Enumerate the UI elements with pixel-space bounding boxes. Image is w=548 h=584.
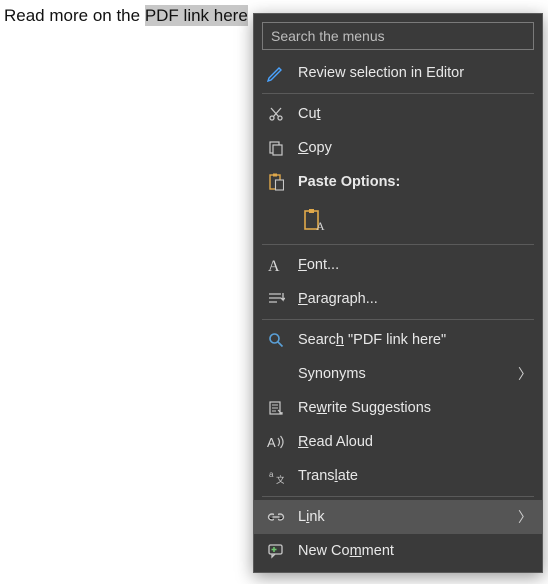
clipboard-text-icon: A <box>303 208 325 232</box>
menu-separator <box>262 496 534 497</box>
menu-item-cut[interactable]: Cut <box>254 97 542 131</box>
menu-label: New Comment <box>298 543 532 559</box>
blank-icon <box>264 363 288 385</box>
clipboard-icon <box>264 171 288 193</box>
menu-label: Rewrite Suggestions <box>298 400 532 416</box>
menu-item-translate[interactable]: a文 Translate <box>254 459 542 493</box>
menu-item-new-comment[interactable]: New Comment <box>254 534 542 568</box>
selected-text[interactable]: PDF link here <box>145 5 248 26</box>
paste-option-keep-text[interactable]: A <box>298 204 330 236</box>
menu-separator <box>262 93 534 94</box>
paste-options-row: A <box>254 199 542 241</box>
translate-icon: a文 <box>264 465 288 487</box>
menu-label: Read Aloud <box>298 434 532 450</box>
svg-text:文: 文 <box>276 474 284 484</box>
font-icon: A <box>264 254 288 276</box>
document-text: Read more on the <box>4 6 145 25</box>
svg-text:A: A <box>268 258 280 274</box>
menu-label: Paragraph... <box>298 291 532 307</box>
menu-label: Cut <box>298 106 532 122</box>
chevron-right-icon: 〉 <box>518 364 532 384</box>
menu-label: Link <box>298 509 512 525</box>
menu-label: Review selection in Editor <box>298 65 532 81</box>
menu-item-review-editor[interactable]: Review selection in Editor <box>254 56 542 90</box>
menu-label: Font... <box>298 257 532 273</box>
scissors-icon <box>264 103 288 125</box>
menu-label: Paste Options: <box>298 174 532 190</box>
svg-text:A: A <box>267 435 276 450</box>
menu-item-synonyms[interactable]: Synonyms 〉 <box>254 357 542 391</box>
rewrite-icon <box>264 397 288 419</box>
menu-separator <box>262 319 534 320</box>
menu-search-input[interactable]: Search the menus <box>262 22 534 50</box>
menu-item-font[interactable]: A Font... <box>254 248 542 282</box>
menu-item-read-aloud[interactable]: A Read Aloud <box>254 425 542 459</box>
paragraph-icon <box>264 288 288 310</box>
menu-item-rewrite[interactable]: Rewrite Suggestions <box>254 391 542 425</box>
menu-label: Search "PDF link here" <box>298 332 532 348</box>
menu-item-copy[interactable]: Copy <box>254 131 542 165</box>
menu-item-smart-search[interactable]: Search "PDF link here" <box>254 323 542 357</box>
context-menu: Search the menus Review selection in Edi… <box>253 13 543 573</box>
menu-label: Synonyms <box>298 366 512 382</box>
comment-icon <box>264 540 288 562</box>
chevron-right-icon: 〉 <box>518 507 532 527</box>
search-icon <box>264 329 288 351</box>
read-aloud-icon: A <box>264 431 288 453</box>
copy-icon <box>264 137 288 159</box>
svg-text:a: a <box>269 470 274 479</box>
menu-separator <box>262 244 534 245</box>
link-icon <box>264 506 288 528</box>
svg-text:A: A <box>316 219 325 232</box>
menu-item-link[interactable]: Link 〉 <box>254 500 542 534</box>
document-line[interactable]: Read more on the PDF link here <box>4 6 248 26</box>
menu-item-paste-options: Paste Options: <box>254 165 542 199</box>
menu-search-placeholder: Search the menus <box>271 28 385 44</box>
menu-item-paragraph[interactable]: Paragraph... <box>254 282 542 316</box>
pen-icon <box>264 62 288 84</box>
menu-label: Copy <box>298 140 532 156</box>
menu-label: Translate <box>298 468 532 484</box>
